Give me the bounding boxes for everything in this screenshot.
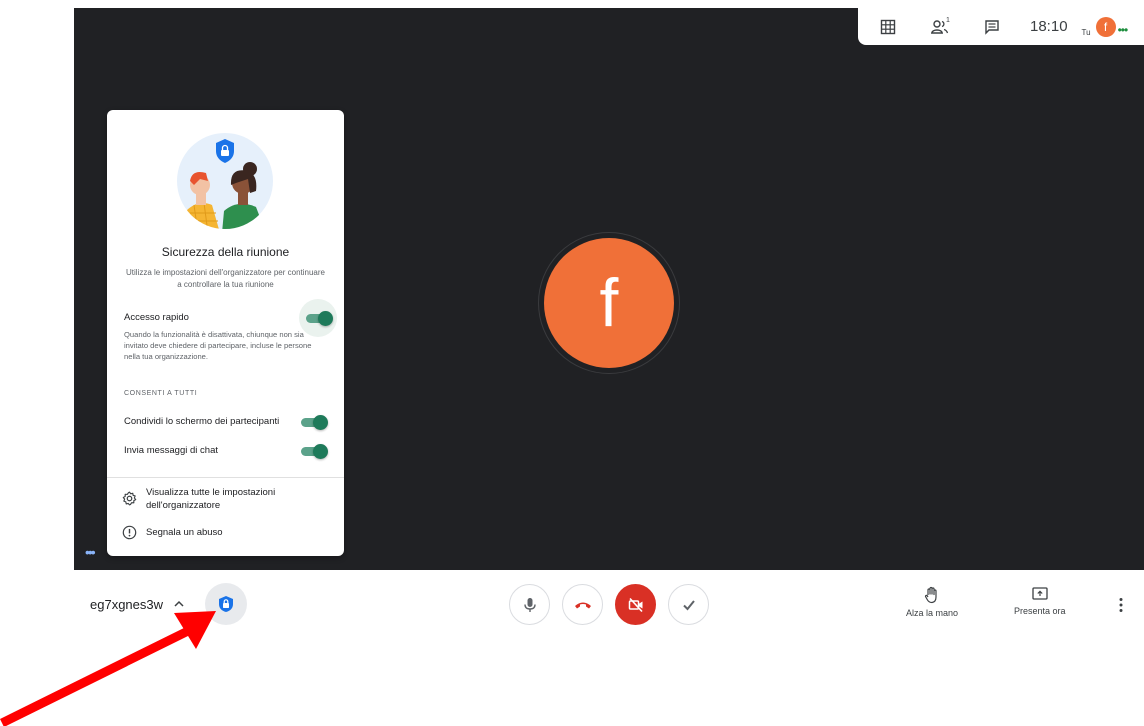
panel-subtitle: Utilizza le impostazioni dell'organizzat… xyxy=(126,268,325,289)
end-call-button[interactable] xyxy=(562,584,603,625)
panel-title: Sicurezza della riunione xyxy=(161,245,290,259)
annotation-arrow xyxy=(0,611,216,726)
participant-avatar: f xyxy=(544,238,674,368)
hang-up-icon xyxy=(574,602,591,608)
camera-off-button[interactable] xyxy=(615,584,656,625)
grid-layout-icon xyxy=(880,19,896,34)
share-screen-toggle[interactable] xyxy=(301,415,328,430)
report-abuse-link[interactable]: Segnala un abuso xyxy=(121,524,223,540)
quick-access-label: Accesso rapido xyxy=(124,312,189,323)
allow-everyone-section-label: CONSENTI A TUTTI xyxy=(124,390,198,397)
present-screen-icon xyxy=(1032,587,1048,600)
view-all-settings-link[interactable]: Visualizza tutte le impostazioni dell'or… xyxy=(121,486,316,512)
chat-messages-toggle[interactable] xyxy=(301,444,328,459)
present-now-label: Presenta ora xyxy=(1014,606,1066,616)
view-all-settings-text: Visualizza tutte le impostazioni dell'or… xyxy=(146,487,276,511)
raise-hand-label: Alza la mano xyxy=(906,608,959,618)
self-avatar[interactable]: f xyxy=(1095,16,1116,37)
tile-more-icon[interactable]: ••• xyxy=(85,544,96,560)
present-now-button[interactable]: Presenta ora xyxy=(1014,586,1066,616)
participant-tile: f xyxy=(538,232,680,374)
quick-access-description: Quando la funzionalità è disattivata, ch… xyxy=(124,330,312,361)
meet-page: 1 18:10 Tu f ••• f ••• Sicurezza della r… xyxy=(0,0,1144,726)
meeting-security-panel: Sicurezza della riunione Utilizza le imp… xyxy=(107,110,344,556)
security-illustration xyxy=(177,133,273,229)
quick-access-toggle[interactable] xyxy=(306,311,333,326)
top-right-bar: 1 18:10 Tu f ••• xyxy=(858,8,1144,45)
gear-icon xyxy=(122,491,136,505)
raise-hand-icon xyxy=(924,586,937,604)
self-label: Tu xyxy=(1081,28,1091,37)
share-screen-label: Condividi lo schermo dei partecipanti xyxy=(124,416,280,427)
clock: 18:10 xyxy=(1030,18,1068,35)
people-button[interactable]: 1 xyxy=(922,12,958,42)
self-more-icon: ••• xyxy=(1117,22,1129,37)
panel-divider xyxy=(107,477,344,478)
chat-icon xyxy=(985,19,999,35)
chat-messages-label: Invia messaggi di chat xyxy=(124,445,218,456)
check-icon xyxy=(682,599,695,610)
chat-button[interactable] xyxy=(974,12,1010,42)
extension-button[interactable] xyxy=(668,584,709,625)
camera-off-icon xyxy=(628,597,643,612)
alert-icon xyxy=(122,525,136,539)
grid-layout-button[interactable] xyxy=(870,12,906,42)
microphone-icon xyxy=(523,597,536,612)
more-options-icon[interactable] xyxy=(1114,596,1128,614)
microphone-button[interactable] xyxy=(509,584,550,625)
participant-count: 1 xyxy=(946,16,950,24)
raise-hand-button[interactable]: Alza la mano xyxy=(906,586,958,618)
report-abuse-text: Segnala un abuso xyxy=(146,527,223,538)
